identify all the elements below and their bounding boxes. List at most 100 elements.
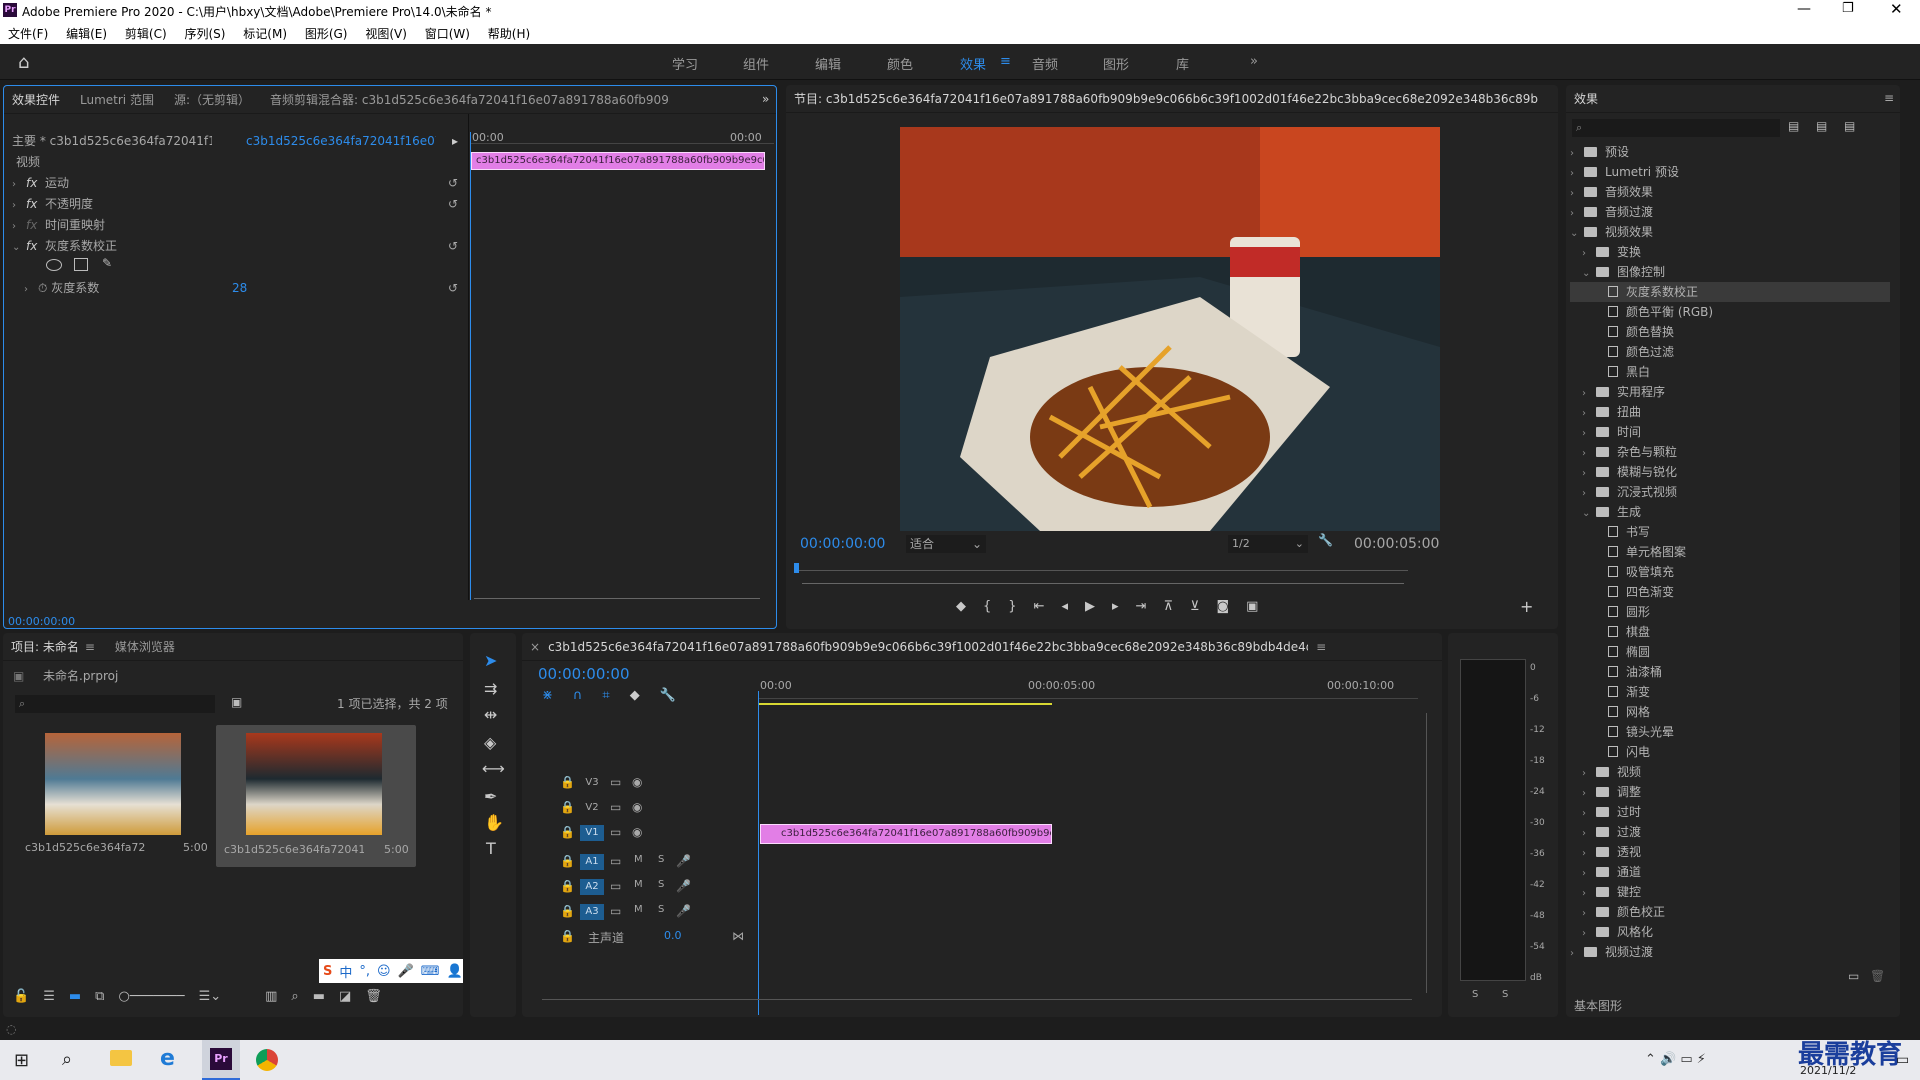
find-bin-icon[interactable]: ▣ [231, 695, 242, 709]
chevron-right-icon[interactable]: › [1582, 404, 1596, 424]
master-clip-label[interactable]: 主要 * c3b1d525c6e364fa72041f16e07... [12, 132, 212, 150]
sync-lock-icon[interactable]: ▭ [610, 854, 621, 868]
ime-user-icon[interactable]: 👤 [447, 964, 463, 979]
button-editor-icon[interactable]: + [1520, 597, 1533, 616]
project-tab-menu-icon[interactable]: ≡ [85, 640, 95, 654]
effects-tree-item[interactable]: › 过时 [1570, 802, 1890, 822]
ime-emoji-icon[interactable]: ☺ [377, 964, 391, 979]
reset-icon[interactable]: ↺ [448, 279, 458, 297]
maximize-icon[interactable]: ❐ [1842, 1, 1854, 16]
timeline-settings-icon[interactable]: 🔧 [660, 688, 676, 704]
effects-tree-item[interactable]: 书写 [1570, 522, 1890, 542]
chevron-right-icon[interactable]: › [1582, 904, 1596, 924]
ec-timecode[interactable]: 00:00:00:00 [8, 613, 75, 628]
effects-tree-item[interactable]: › 音频过渡 [1570, 202, 1890, 222]
ime-keyboard-icon[interactable]: ⌨ [421, 964, 440, 979]
accelerated-effects-icon[interactable]: ▤ [1788, 119, 1799, 133]
workspace-menu-icon[interactable]: ≡ [1000, 54, 1011, 69]
effects-tree-item[interactable]: › 预设 [1570, 142, 1890, 162]
chevron-right-icon[interactable]: › [1570, 144, 1584, 164]
ec-clip-bar[interactable]: c3b1d525c6e364fa72041f16e07a891788a60fb9… [471, 152, 765, 170]
tab-lumetri-scopes[interactable]: Lumetri 范围 [80, 91, 154, 108]
chevron-right-icon[interactable]: › [1582, 444, 1596, 464]
project-search-input[interactable]: ⌕ [15, 695, 215, 713]
tab-project[interactable]: 项目: 未命名 [11, 638, 79, 655]
effects-tree-item[interactable]: › 变换 [1570, 242, 1890, 262]
menu-help[interactable]: 帮助(H) [488, 27, 530, 41]
slip-tool-icon[interactable]: ⟷ [482, 759, 505, 778]
chrome-icon[interactable] [256, 1049, 278, 1071]
solo-button[interactable]: S [658, 904, 664, 915]
track-select-tool-icon[interactable]: ⇉ [484, 679, 497, 698]
comparison-view-icon[interactable]: ▣ [1246, 599, 1258, 619]
fit-dropdown[interactable]: 适合 ⌄ [906, 535, 986, 553]
add-marker-icon[interactable]: ◆ [630, 688, 640, 704]
home-icon[interactable]: ⌂ [18, 52, 29, 73]
more-workspaces-icon[interactable]: » [1250, 54, 1258, 69]
workspace-libraries[interactable]: 库 [1176, 54, 1189, 73]
solo-button[interactable]: S [658, 854, 664, 865]
effects-tree-item[interactable]: › 扭曲 [1570, 402, 1890, 422]
selection-tool-icon[interactable]: ➤ [484, 651, 497, 670]
go-to-end-icon[interactable]: ⋈ [732, 929, 744, 943]
effects-tree-item[interactable]: 棋盘 [1570, 622, 1890, 642]
effects-tree-item[interactable]: 镜头光晕 [1570, 722, 1890, 742]
effects-tree-item[interactable]: › 风格化 [1570, 922, 1890, 942]
linked-selection-icon[interactable]: ⌗ [602, 688, 609, 704]
solo-left-button[interactable]: S [1472, 989, 1478, 1000]
reset-icon[interactable]: ↺ [448, 195, 458, 213]
ripple-edit-tool-icon[interactable]: ⇹ [484, 705, 497, 724]
stopwatch-icon[interactable]: ⏱ [38, 281, 47, 295]
tab-audio-clip-mixer[interactable]: 音频剪辑混合器: c3b1d525c6e364fa72041f16e07a891… [270, 91, 670, 108]
sync-lock-icon[interactable]: ▭ [610, 800, 621, 814]
effects-tree-item[interactable]: 黑白 [1570, 362, 1890, 382]
program-timecode[interactable]: 00:00:00:00 [800, 535, 885, 553]
premiere-taskbar-icon[interactable]: Pr [202, 1040, 240, 1080]
workspace-learn[interactable]: 学习 [672, 54, 698, 73]
lock-icon[interactable]: 🔓 [13, 989, 29, 1009]
sogou-ime-icon[interactable]: S [323, 964, 332, 979]
chevron-right-icon[interactable]: › [1582, 424, 1596, 444]
pen-tool-icon[interactable]: ✒ [484, 787, 497, 806]
effects-tree-item[interactable]: 颜色平衡 (RGB) [1570, 302, 1890, 322]
sequence-menu-icon[interactable]: ≡ [1316, 640, 1326, 654]
effects-tree-item[interactable]: › 通道 [1570, 862, 1890, 882]
menu-marker[interactable]: 标记(M) [243, 27, 287, 41]
track-label-v3[interactable]: V3 [580, 775, 604, 791]
chevron-right-icon[interactable]: › [1582, 784, 1596, 804]
step-back-icon[interactable]: ◂ [1061, 599, 1068, 619]
chevron-right-icon[interactable]: › [1582, 464, 1596, 484]
mute-button[interactable]: M [634, 879, 643, 890]
effects-tree-item[interactable]: › Lumetri 预设 [1570, 162, 1890, 182]
timeline-timecode[interactable]: 00:00:00:00 [538, 665, 630, 683]
nest-icon[interactable]: ⋇ [542, 688, 553, 704]
effects-search-input[interactable]: ⌕ [1572, 119, 1780, 137]
edge-icon[interactable]: e [160, 1046, 175, 1071]
reset-icon[interactable]: ↺ [448, 174, 458, 192]
chevron-right-icon[interactable]: › [1582, 804, 1596, 824]
program-timeline-ruler[interactable] [796, 565, 1408, 571]
workspace-color[interactable]: 颜色 [887, 54, 913, 73]
add-marker-icon[interactable]: ◆ [956, 599, 966, 619]
timeline-hscroll[interactable] [542, 999, 1412, 1000]
effect-row-motion[interactable]: › fx 运动 ↺ [12, 174, 462, 192]
sync-lock-icon[interactable]: ▭ [610, 775, 621, 789]
menu-view[interactable]: 视图(V) [365, 27, 407, 41]
tab-effect-controls[interactable]: 效果控件 [12, 91, 60, 108]
chevron-right-icon[interactable]: › [1582, 824, 1596, 844]
32bit-effects-icon[interactable]: ▤ [1816, 119, 1827, 133]
effects-tree-item[interactable]: 圆形 [1570, 602, 1890, 622]
new-item-icon[interactable]: ◪ [339, 989, 351, 1009]
effects-tree-item[interactable]: ⌄ 图像控制 [1570, 262, 1890, 282]
pen-mask-icon[interactable]: ✎ [102, 256, 112, 270]
new-bin-icon[interactable]: ▬ [313, 989, 325, 1009]
close-icon[interactable]: ✕ [1890, 0, 1903, 18]
chevron-right-icon[interactable]: › [1570, 184, 1584, 204]
lock-icon[interactable]: 🔒 [560, 800, 575, 814]
new-bin-icon[interactable]: ▭ [1848, 969, 1859, 983]
extract-icon[interactable]: ⊻ [1190, 599, 1200, 619]
track-label-a3[interactable]: A3 [580, 904, 604, 920]
effects-tree-item[interactable]: › 过渡 [1570, 822, 1890, 842]
sort-icon[interactable]: ☰⌄ [199, 989, 222, 1009]
sync-lock-icon[interactable]: ▭ [610, 825, 621, 839]
